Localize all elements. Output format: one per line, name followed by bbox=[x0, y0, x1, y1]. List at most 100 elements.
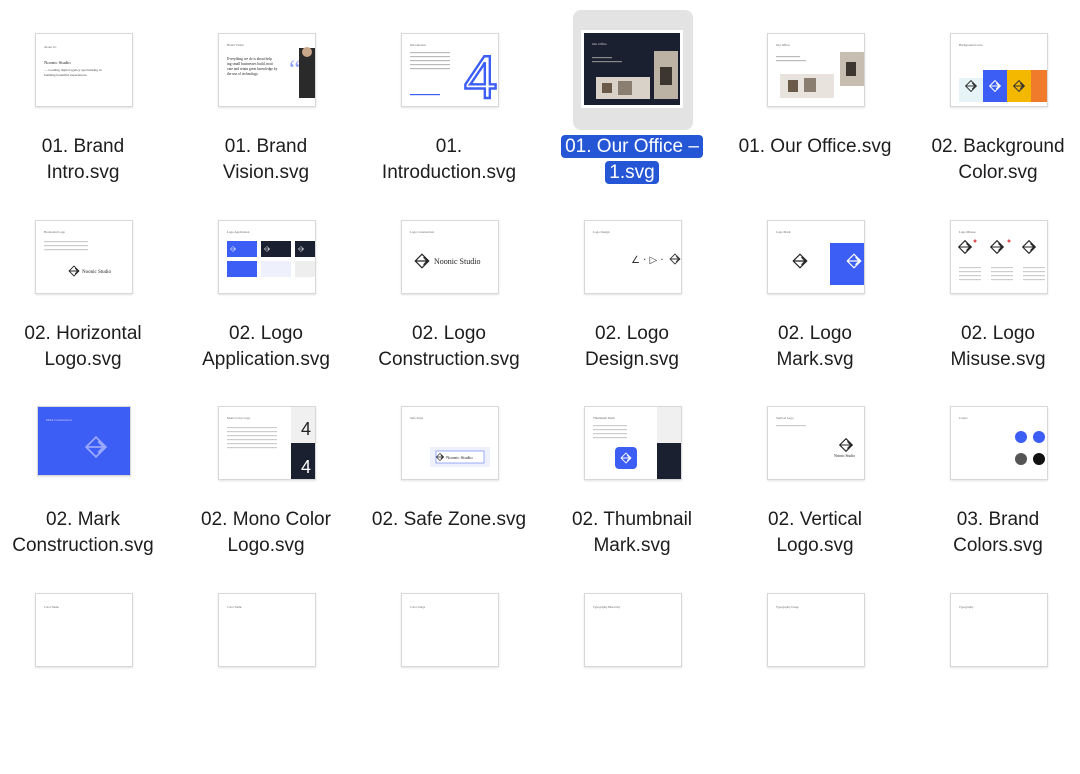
file-name-label[interactable]: 01. Introduction.svg bbox=[359, 134, 539, 186]
svg-file-thumbnail[interactable]: Logo Application bbox=[218, 220, 316, 294]
svg-file-thumbnail[interactable]: ····· Color Name bbox=[35, 593, 133, 667]
file-name-label[interactable]: 02. Vertical Logo.svg bbox=[725, 507, 905, 559]
svg-text:Everything we do is about help: Everything we do is about help bbox=[227, 57, 272, 61]
file-name-label[interactable]: 02. Logo Misuse.svg bbox=[908, 321, 1080, 373]
file-name-line-1: 02. Horizontal bbox=[24, 323, 142, 344]
file-item[interactable]: About Us Noonic Studio — Leading digital a… bbox=[0, 28, 173, 214]
file-item[interactable]: Vertical Logo Noonic Studio 02. Vertical L… bbox=[725, 401, 905, 587]
file-name-label[interactable]: 02. Mark Construction.svg bbox=[0, 507, 173, 559]
file-name-line-2: Application.svg bbox=[202, 349, 330, 370]
file-name-label[interactable]: 02. Thumbnail Mark.svg bbox=[542, 507, 722, 559]
svg-text:Noonic Studio: Noonic Studio bbox=[446, 455, 473, 460]
file-name-label[interactable]: 02. Logo Design.svg bbox=[542, 321, 722, 373]
file-name-label[interactable]: 01. Our Office – 1.svg bbox=[542, 134, 722, 186]
file-name-line-1: 02. Logo bbox=[778, 323, 852, 344]
svg-text:“: “ bbox=[289, 55, 301, 84]
svg-text:·····: ····· bbox=[410, 600, 415, 604]
file-name-label[interactable]: 01. Brand Vision.svg bbox=[176, 134, 356, 186]
svg-text:·····: ····· bbox=[227, 600, 232, 604]
svg-file-thumbnail[interactable]: Our Office bbox=[767, 33, 865, 107]
file-item[interactable]: ····· Typography bbox=[908, 588, 1080, 774]
file-item[interactable]: ····· Typography Usage bbox=[725, 588, 905, 774]
file-item[interactable]: Thumbnail Mark 02. Thumbnail Mark.svg bbox=[542, 401, 722, 587]
svg-text:the use of technology.: the use of technology. bbox=[227, 72, 259, 76]
file-name-label[interactable]: 02. Logo Application.svg bbox=[176, 321, 356, 373]
svg-file-thumbnail[interactable]: Thumbnail Mark bbox=[584, 406, 682, 480]
svg-file-thumbnail[interactable]: Vertical Logo Noonic Studio bbox=[767, 406, 865, 480]
svg-file-thumbnail[interactable]: Horizontal Logo Noonic Studio bbox=[35, 220, 133, 294]
svg-text:Color Usage: Color Usage bbox=[410, 605, 426, 609]
file-item[interactable]: Logo Design ∠ · ▷ · 02. Logo Design.svg bbox=[542, 215, 722, 401]
file-name-label[interactable]: 02. Background Color.svg bbox=[908, 134, 1080, 186]
svg-text:Typography Usage: Typography Usage bbox=[776, 605, 799, 609]
svg-text:Typography Hierarchy: Typography Hierarchy bbox=[593, 605, 621, 609]
file-item[interactable]: Our Office 01. Our Office.svg bbox=[725, 28, 905, 214]
svg-file-thumbnail[interactable]: Our Office bbox=[581, 30, 683, 108]
svg-text:vate and retain great knowledg: vate and retain great knowledge by bbox=[227, 67, 278, 71]
svg-text:Our Office: Our Office bbox=[776, 43, 790, 47]
svg-file-thumbnail[interactable]: ····· Color Usage bbox=[401, 593, 499, 667]
svg-text:·····: ····· bbox=[776, 600, 781, 604]
svg-file-thumbnail[interactable]: ····· Typography Hierarchy bbox=[584, 593, 682, 667]
svg-file-thumbnail[interactable]: Mark Construction bbox=[37, 406, 131, 476]
file-name-label[interactable]: 01. Brand Intro.svg bbox=[0, 134, 173, 186]
file-name-line-1: 01. bbox=[435, 136, 463, 157]
file-item[interactable]: Logo Misuse 02. Logo Misuse.svg bbox=[908, 215, 1080, 401]
file-item[interactable]: ····· Typography Hierarchy bbox=[542, 588, 722, 774]
svg-file-thumbnail[interactable]: ····· Color Name bbox=[218, 593, 316, 667]
file-item[interactable]: Colors 03. Brand Colors.svg bbox=[908, 401, 1080, 587]
file-item[interactable]: Logo Construction Noonic Studio 02. Logo C… bbox=[359, 215, 539, 401]
svg-text:Logo Application: Logo Application bbox=[227, 230, 250, 234]
file-name-label[interactable]: 02. Horizontal Logo.svg bbox=[0, 321, 173, 373]
svg-file-thumbnail[interactable]: ····· Typography bbox=[950, 593, 1048, 667]
svg-text:∠ · ▷ ·: ∠ · ▷ · bbox=[631, 255, 664, 266]
file-item[interactable]: ····· Color Usage bbox=[359, 588, 539, 774]
file-icon-grid: About Us Noonic Studio — Leading digital a… bbox=[0, 0, 1080, 667]
file-name-line-2: Colors.svg bbox=[953, 535, 1043, 556]
svg-file-thumbnail[interactable]: ····· Typography Usage bbox=[767, 593, 865, 667]
svg-text:Color Name: Color Name bbox=[227, 605, 242, 609]
file-name-line-2: Intro.svg bbox=[46, 162, 120, 183]
file-name-line-2: Construction.svg bbox=[378, 349, 520, 370]
file-item[interactable]: Mono Color Logo 4 4 02. Mono Color Logo.svg bbox=[176, 401, 356, 587]
file-item[interactable]: Introduction 4 01. Introduction.svg bbox=[359, 28, 539, 214]
file-name-label[interactable]: 02. Logo Mark.svg bbox=[725, 321, 905, 373]
file-item[interactable]: Background Color 02. Background Color.svg bbox=[908, 28, 1080, 214]
svg-text:About Us: About Us bbox=[44, 45, 57, 49]
svg-file-thumbnail[interactable]: Logo Design ∠ · ▷ · bbox=[584, 220, 682, 294]
file-name-line-1: 02. Logo bbox=[412, 323, 486, 344]
svg-file-thumbnail[interactable]: Colors bbox=[950, 406, 1048, 480]
file-item[interactable]: Logo Mark 02. Logo Mark.svg bbox=[725, 215, 905, 401]
file-item[interactable]: Logo Application 02. Logo Application.svg bbox=[176, 215, 356, 401]
svg-file-thumbnail[interactable]: Logo Misuse bbox=[950, 220, 1048, 294]
file-name-line-1: 01. Brand bbox=[224, 136, 308, 157]
file-item[interactable]: Horizontal Logo Noonic Studio 02. Horizon… bbox=[0, 215, 173, 401]
svg-file-thumbnail[interactable]: Logo Construction Noonic Studio bbox=[401, 220, 499, 294]
file-item[interactable]: Mark Construction 02. Mark Construction.s… bbox=[0, 401, 173, 587]
svg-file-thumbnail[interactable]: Brand Vision Everything we do is about he… bbox=[218, 33, 316, 107]
file-name-label[interactable]: 01. Our Office.svg bbox=[725, 134, 905, 160]
file-name-label[interactable]: 02. Mono Color Logo.svg bbox=[176, 507, 356, 559]
svg-file-thumbnail[interactable]: About Us Noonic Studio — Leading digital a… bbox=[35, 33, 133, 107]
file-item[interactable]: Safe Zone Noonic Studio 02. Safe Zone.svg bbox=[359, 401, 539, 587]
svg-file-thumbnail[interactable]: Introduction 4 bbox=[401, 33, 499, 107]
file-item[interactable]: ····· Color Name bbox=[176, 588, 356, 774]
svg-file-thumbnail[interactable]: Safe Zone Noonic Studio bbox=[401, 406, 499, 480]
file-item[interactable]: Brand Vision Everything we do is about he… bbox=[176, 28, 356, 214]
file-name-label[interactable]: 02. Logo Construction.svg bbox=[359, 321, 539, 373]
svg-text:Noonic Studio: Noonic Studio bbox=[82, 270, 112, 275]
file-item[interactable]: ····· Color Name bbox=[0, 588, 173, 774]
svg-text:Logo Mark: Logo Mark bbox=[776, 230, 791, 234]
svg-file-thumbnail[interactable]: Mono Color Logo 4 4 bbox=[218, 406, 316, 480]
file-name-line-2: Logo.svg bbox=[227, 535, 305, 556]
svg-text:Horizontal Logo: Horizontal Logo bbox=[44, 230, 66, 234]
svg-file-thumbnail[interactable]: Logo Mark bbox=[767, 220, 865, 294]
file-name-label[interactable]: 02. Safe Zone.svg bbox=[359, 507, 539, 533]
svg-text:Thumbnail Mark: Thumbnail Mark bbox=[593, 416, 615, 420]
file-name-line-2: 1.svg bbox=[605, 161, 659, 184]
file-name-label[interactable]: 03. Brand Colors.svg bbox=[908, 507, 1080, 559]
file-item-selected[interactable]: Our Office 01. Our Office – 1.svg bbox=[542, 28, 722, 214]
svg-file-thumbnail[interactable]: Background Color bbox=[950, 33, 1048, 107]
svg-text:Mono Color Logo: Mono Color Logo bbox=[227, 416, 251, 420]
file-name-line-1: 02. Logo bbox=[229, 323, 303, 344]
